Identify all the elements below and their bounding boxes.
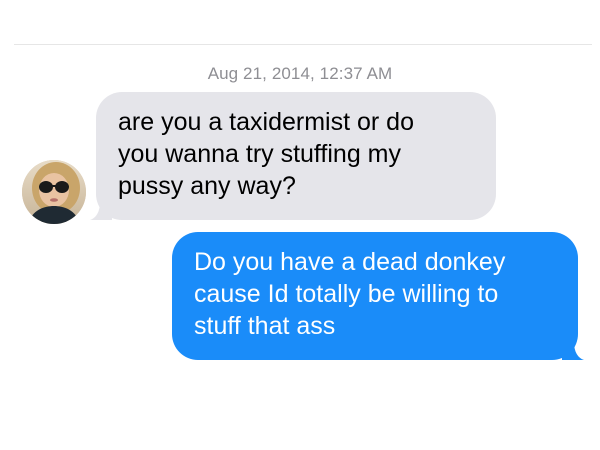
contact-avatar-photo: [22, 160, 86, 224]
received-bubble-tail: [90, 198, 112, 220]
sent-message-bubble[interactable]: Do you have a dead donkey cause Id total…: [172, 232, 584, 360]
received-message-text: are you a taxidermist or do you wanna tr…: [118, 108, 414, 200]
contact-avatar[interactable]: [22, 160, 86, 224]
top-divider: [14, 44, 592, 45]
message-timestamp: Aug 21, 2014, 12:37 AM: [207, 64, 393, 83]
received-message-bubble[interactable]: are you a taxidermist or do you wanna tr…: [90, 92, 496, 220]
sent-bubble-tail: [562, 338, 584, 360]
message-thread: Aug 21, 2014, 12:37 AM are you a taxider…: [0, 0, 600, 450]
sent-message-text: Do you have a dead donkey cause Id total…: [194, 248, 506, 340]
